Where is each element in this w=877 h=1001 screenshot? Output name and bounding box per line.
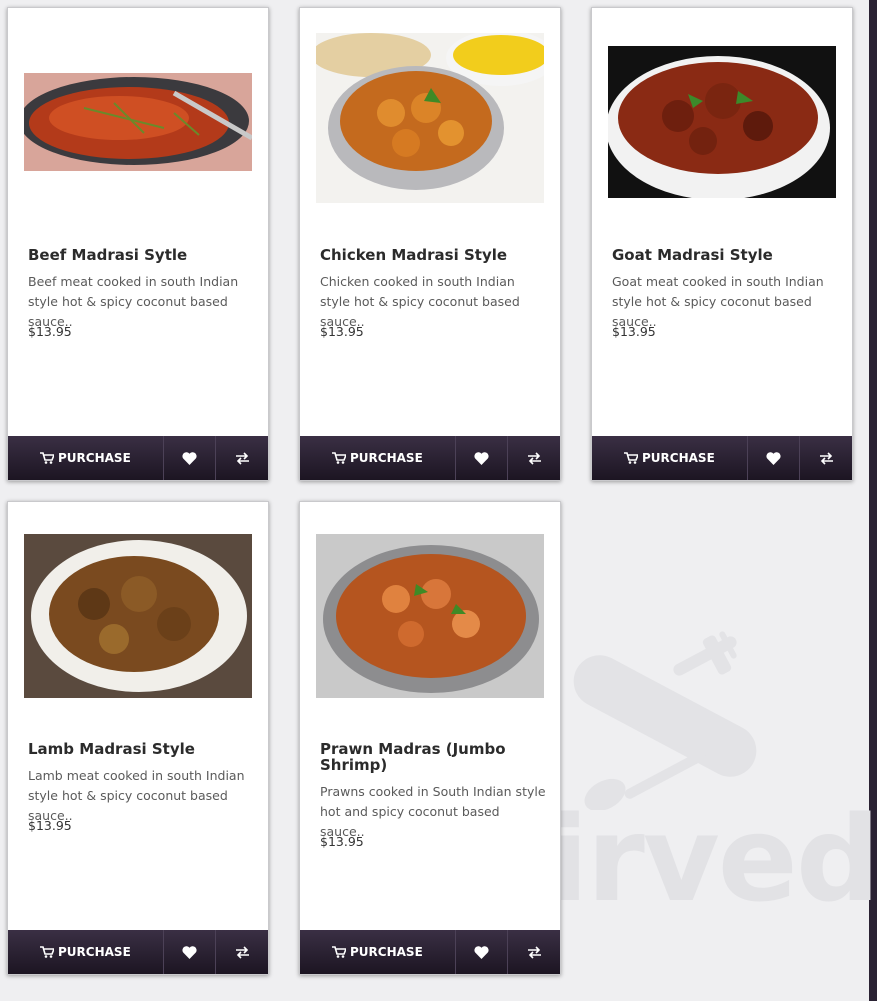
- product-title: Prawn Madras (Jumbo Shrimp): [320, 740, 506, 774]
- purchase-label: PURCHASE: [642, 451, 715, 465]
- product-title: Lamb Madrasi Style: [28, 740, 195, 758]
- wishlist-button[interactable]: [456, 930, 509, 974]
- purchase-label: PURCHASE: [350, 451, 423, 465]
- heart-icon: [182, 451, 197, 465]
- product-card: Prawn Madras (Jumbo Shrimp) Prawns cooke…: [299, 501, 561, 975]
- product-price: $13.95: [320, 834, 364, 849]
- product-price: $13.95: [28, 818, 72, 833]
- purchase-label: PURCHASE: [58, 945, 131, 959]
- compare-button[interactable]: [216, 930, 268, 974]
- product-price: $13.95: [28, 324, 72, 339]
- product-description: Beef meat cooked in south Indian style h…: [28, 274, 239, 329]
- product-image: [24, 534, 252, 698]
- compare-button[interactable]: [508, 930, 560, 974]
- product-card: Lamb Madrasi Style Lamb meat cooked in s…: [7, 501, 269, 975]
- cart-icon: [624, 452, 639, 464]
- purchase-button[interactable]: PURCHASE: [592, 436, 748, 480]
- product-image: [24, 73, 252, 171]
- heart-icon: [474, 451, 489, 465]
- product-price: $13.95: [612, 324, 656, 339]
- cart-icon: [40, 946, 55, 958]
- product-description: Prawns cooked in South Indian style hot …: [320, 784, 546, 839]
- compare-arrows-icon: [527, 451, 541, 465]
- purchase-button[interactable]: PURCHASE: [8, 436, 164, 480]
- product-card: Chicken Madrasi Style Chicken cooked in …: [299, 7, 561, 481]
- purchase-button[interactable]: PURCHASE: [300, 930, 456, 974]
- product-image: [316, 534, 544, 698]
- heart-icon: [474, 945, 489, 959]
- action-bar: PURCHASE: [592, 436, 852, 480]
- product-card: Beef Madrasi Sytle Beef meat cooked in s…: [7, 7, 269, 481]
- right-edge-strip: [869, 0, 877, 1001]
- product-description: Chicken cooked in south Indian style hot…: [320, 274, 520, 329]
- product-description: Lamb meat cooked in south Indian style h…: [28, 768, 245, 823]
- action-bar: PURCHASE: [8, 436, 268, 480]
- compare-arrows-icon: [235, 945, 249, 959]
- purchase-label: PURCHASE: [58, 451, 131, 465]
- product-image: [608, 46, 836, 198]
- product-description: Goat meat cooked in south Indian style h…: [612, 274, 824, 329]
- product-card: Goat Madrasi Style Goat meat cooked in s…: [591, 7, 853, 481]
- action-bar: PURCHASE: [8, 930, 268, 974]
- heart-icon: [766, 451, 781, 465]
- purchase-button[interactable]: PURCHASE: [8, 930, 164, 974]
- product-price: $13.95: [320, 324, 364, 339]
- compare-button[interactable]: [216, 436, 268, 480]
- action-bar: PURCHASE: [300, 436, 560, 480]
- product-image: [316, 33, 544, 203]
- compare-arrows-icon: [819, 451, 833, 465]
- compare-button[interactable]: [800, 436, 852, 480]
- cart-icon: [40, 452, 55, 464]
- cart-icon: [332, 946, 347, 958]
- product-title: Chicken Madrasi Style: [320, 246, 508, 264]
- compare-button[interactable]: [508, 436, 560, 480]
- compare-arrows-icon: [235, 451, 249, 465]
- purchase-label: PURCHASE: [350, 945, 423, 959]
- product-title: Beef Madrasi Sytle: [28, 246, 188, 264]
- compare-arrows-icon: [527, 945, 541, 959]
- purchase-button[interactable]: PURCHASE: [300, 436, 456, 480]
- cart-icon: [332, 452, 347, 464]
- wishlist-button[interactable]: [164, 930, 217, 974]
- wishlist-button[interactable]: [164, 436, 217, 480]
- product-title: Goat Madrasi Style: [612, 246, 773, 264]
- action-bar: PURCHASE: [300, 930, 560, 974]
- heart-icon: [182, 945, 197, 959]
- wishlist-button[interactable]: [748, 436, 801, 480]
- wishlist-button[interactable]: [456, 436, 509, 480]
